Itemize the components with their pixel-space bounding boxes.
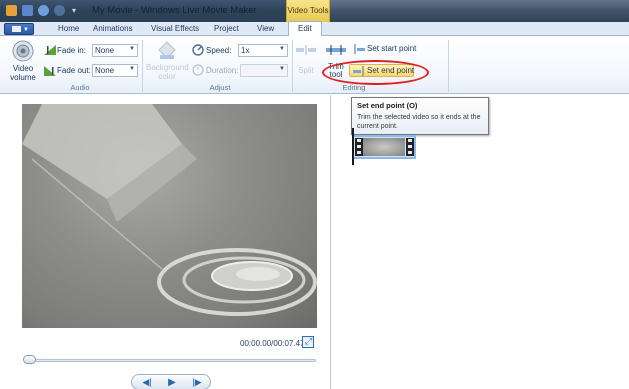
group-separator [142, 40, 143, 92]
film-strip-left [355, 138, 363, 156]
background-color-button[interactable]: Background color [146, 40, 189, 82]
fullscreen-icon: ⤢ [305, 336, 313, 346]
chevron-down-icon: ▼ [279, 46, 285, 52]
background-color-icon [158, 41, 176, 59]
speed-icon [192, 44, 204, 56]
set-start-point-label: Set start point [367, 44, 417, 53]
highlight-annotation [322, 60, 429, 85]
clip-thumbnail [363, 138, 405, 156]
fade-in-dropdown[interactable]: None ▼ [92, 44, 138, 57]
seek-bar[interactable] [28, 359, 316, 362]
set-start-point-icon [354, 44, 365, 54]
fade-in-label: Fade in: [57, 46, 86, 55]
video-preview [22, 104, 317, 328]
undo-icon[interactable] [38, 5, 49, 16]
save-icon[interactable] [22, 5, 33, 16]
video-tools-context-tab: Video Tools [286, 0, 330, 22]
duration-dropdown[interactable]: ▼ [240, 64, 288, 77]
previous-frame-button[interactable]: ◀| [134, 376, 160, 389]
storyboard-clip[interactable] [352, 135, 416, 159]
play-button[interactable]: ▶ [159, 376, 185, 389]
fade-in-icon [44, 45, 56, 55]
video-volume-icon [12, 40, 34, 62]
play-icon: ▶ [168, 377, 176, 388]
app-icon [6, 5, 17, 16]
timecode: 00:00.00/00:07.47 [240, 339, 305, 348]
chevron-down-icon: ▼ [129, 46, 135, 52]
next-frame-button[interactable]: |▶ [184, 376, 210, 389]
group-separator [292, 40, 293, 92]
qat-dropdown-icon[interactable]: ▾ [72, 6, 76, 15]
tooltip-body: Trim the selected video so it ends at th… [357, 114, 481, 130]
duration-icon [192, 64, 204, 76]
playhead[interactable] [352, 128, 354, 165]
adjust-group-label: Adjust [209, 83, 231, 92]
fullscreen-button[interactable]: ⤢ [302, 336, 314, 348]
title-glass [330, 0, 629, 22]
tooltip: Set end point (O) Trim the selected vide… [351, 97, 489, 135]
tab-view[interactable]: View [257, 24, 274, 33]
window-title: My Movie - Windows Live Movie Maker [92, 5, 257, 16]
editing-group-label: Editing [342, 83, 366, 92]
app-menu-icon [12, 26, 21, 32]
title-bar: ▾ My Movie - Windows Live Movie Maker Vi… [0, 0, 629, 22]
video-volume-button[interactable]: Video volume [3, 40, 43, 82]
split-label: Split [298, 66, 314, 75]
fade-out-dropdown[interactable]: None ▼ [92, 64, 138, 77]
playback-controls: ◀| ▶ |▶ [131, 374, 211, 389]
group-separator [448, 40, 449, 92]
tooltip-title: Set end point (O) [357, 101, 418, 110]
split-button[interactable]: Split [294, 42, 318, 78]
video-volume-label: Video volume [10, 64, 36, 82]
chevron-down-icon: ▼ [279, 66, 285, 72]
audio-group-label: Audio [70, 83, 90, 92]
fade-out-icon [44, 66, 56, 76]
tab-project[interactable]: Project [214, 24, 239, 33]
redo-icon[interactable] [54, 5, 65, 16]
app-menu-button[interactable]: ▼ [4, 23, 34, 35]
pane-divider[interactable] [330, 95, 331, 389]
tab-edit[interactable]: Edit [288, 21, 322, 37]
seek-thumb[interactable] [23, 355, 36, 364]
speed-label: Speed: [206, 46, 232, 55]
next-frame-icon: |▶ [192, 377, 202, 387]
tab-home[interactable]: Home [58, 24, 79, 33]
chevron-down-icon: ▼ [129, 66, 135, 72]
chevron-down-icon: ▼ [23, 27, 29, 33]
tab-animations[interactable]: Animations [93, 24, 133, 33]
duration-label: Duration: [206, 66, 239, 75]
fade-out-label: Fade out: [57, 66, 91, 75]
trim-tool-icon [326, 45, 346, 55]
background-color-label: Background color [146, 63, 189, 81]
split-icon [296, 45, 316, 55]
previous-frame-icon: ◀| [142, 377, 152, 387]
tab-visual-effects[interactable]: Visual Effects [151, 24, 199, 33]
set-start-point-button[interactable]: Set start point [350, 42, 445, 56]
speed-dropdown[interactable]: 1x ▼ [238, 44, 288, 57]
film-strip-right [406, 138, 414, 156]
